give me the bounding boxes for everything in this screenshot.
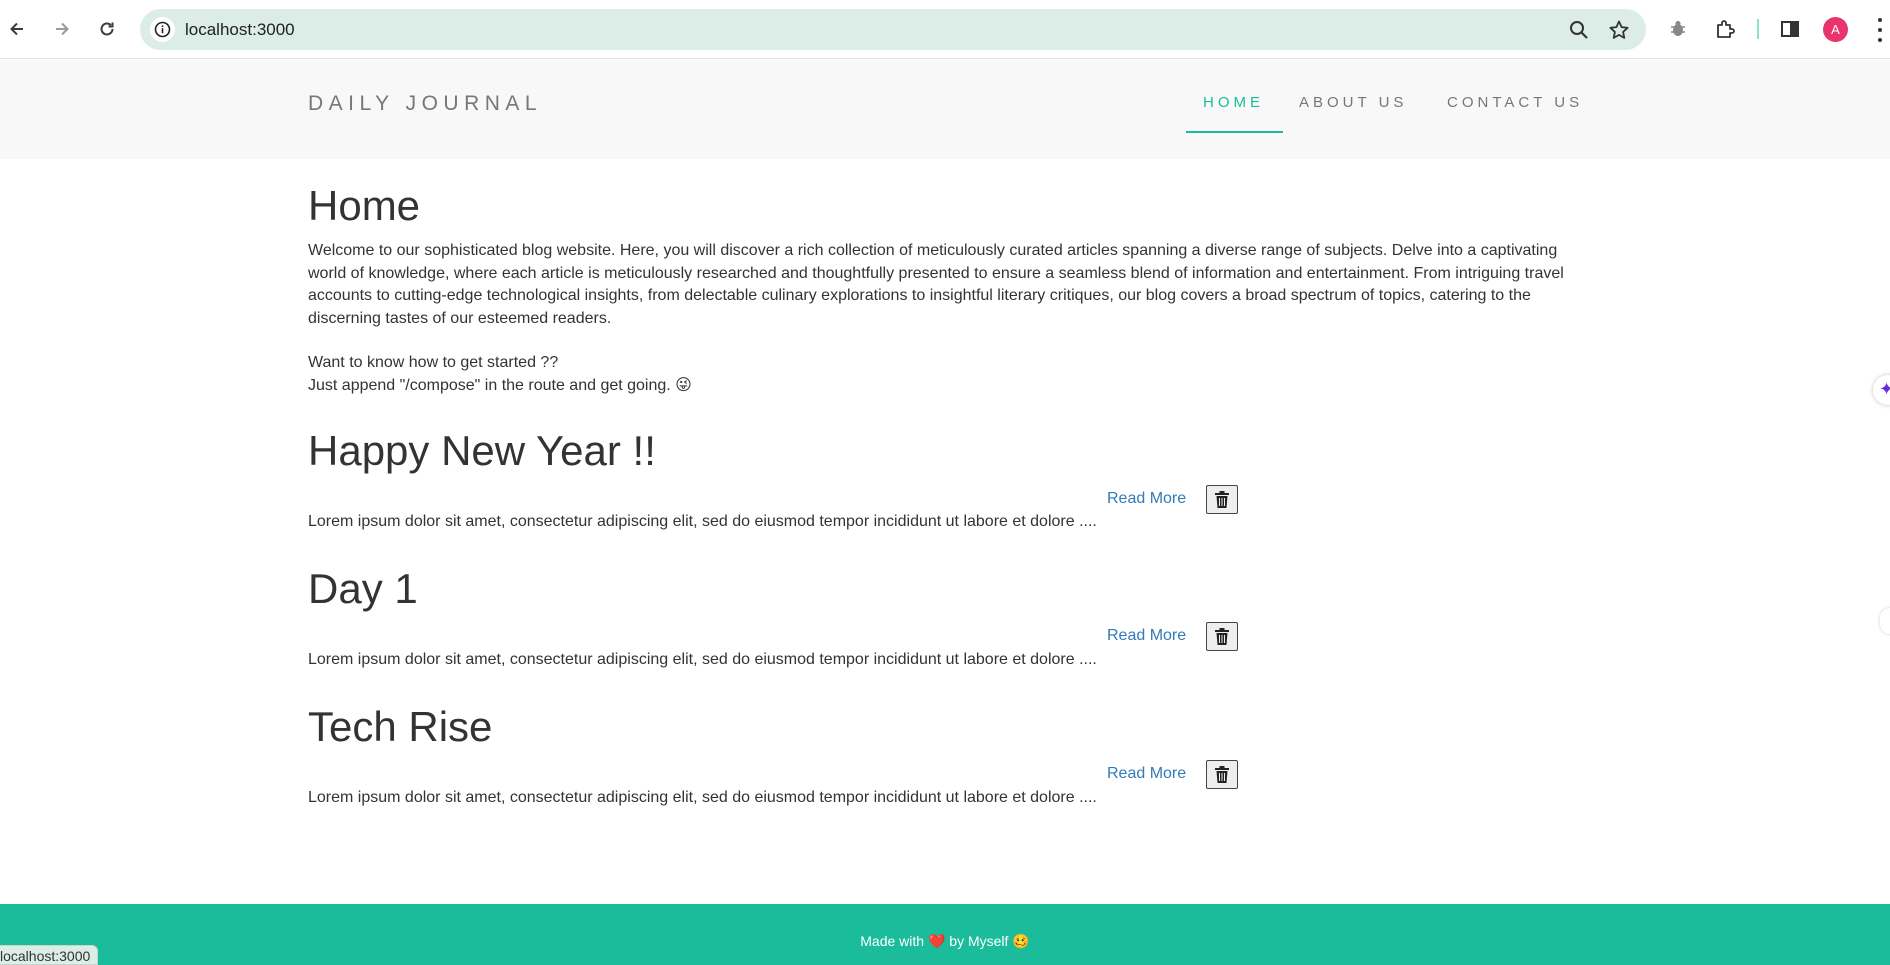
url-text[interactable]: localhost:3000 [185, 20, 295, 40]
post-title: Day 1 [308, 565, 418, 612]
toolbar-separator [1757, 19, 1759, 39]
nav-contact-us[interactable]: CONTACT US [1447, 94, 1583, 111]
side-panel-toggle[interactable] [1880, 608, 1890, 634]
back-arrow-icon [10, 22, 23, 36]
footer-by-myself: by Myself [949, 933, 1009, 949]
profile-avatar[interactable]: A [1823, 17, 1848, 42]
post-excerpt: Lorem ipsum dolor sit amet, consectetur … [308, 651, 1097, 668]
reload-button[interactable] [90, 12, 124, 46]
forward-arrow-icon [56, 22, 69, 36]
browser-menu-icon[interactable] [1876, 18, 1884, 42]
post-title: Happy New Year !! [308, 427, 656, 474]
page-title: Home [308, 182, 421, 229]
getting-started-question: Want to know how to get started ?? [308, 354, 559, 371]
zoom-icon[interactable] [1568, 19, 1590, 41]
post-excerpt: Lorem ipsum dolor sit amet, consectetur … [308, 513, 1097, 530]
address-bar[interactable]: localhost:3000 [140, 9, 1646, 50]
delete-post-button[interactable] [1206, 760, 1238, 789]
read-more-link[interactable]: Read More [1107, 765, 1186, 783]
footer-credit: Made with ❤️ by Myself 🥴 [0, 933, 1890, 950]
site-navbar: DAILY JOURNAL HOME ABOUT US CONTACT US [0, 60, 1890, 159]
reload-icon [100, 22, 114, 36]
nav-about-us[interactable]: ABOUT US [1299, 94, 1407, 111]
read-more-link[interactable]: Read More [1107, 627, 1186, 645]
forward-button[interactable] [45, 12, 79, 46]
woozy-face-icon: 🥴 [1012, 933, 1030, 949]
trash-icon [1215, 628, 1229, 645]
brand-logo-text[interactable]: DAILY JOURNAL [308, 92, 542, 116]
trash-icon [1215, 491, 1229, 508]
footer-made-with: Made with [860, 933, 925, 949]
sparkle-icon: ✦ [1879, 379, 1890, 399]
link-status-tooltip: localhost:3000 [0, 945, 99, 965]
back-button[interactable] [0, 12, 34, 46]
delete-post-button[interactable] [1206, 622, 1238, 651]
heart-icon: ❤️ [927, 933, 946, 949]
active-nav-indicator [1186, 131, 1283, 133]
post-title: Tech Rise [308, 703, 493, 750]
site-info-icon[interactable] [150, 17, 175, 42]
nav-home[interactable]: HOME [1203, 94, 1264, 111]
post-excerpt: Lorem ipsum dolor sit amet, consectetur … [308, 789, 1097, 806]
side-panel-icon[interactable] [1778, 17, 1802, 41]
assistant-sparkle-button[interactable]: ✦ [1873, 375, 1890, 405]
getting-started-text: Want to know how to get started ?? Just … [308, 351, 692, 397]
bug-extension-icon[interactable] [1666, 17, 1690, 41]
extensions-puzzle-icon[interactable] [1713, 17, 1737, 41]
delete-post-button[interactable] [1206, 485, 1238, 514]
bookmark-star-icon[interactable] [1608, 19, 1630, 41]
browser-toolbar: localhost:3000 A [0, 0, 1890, 59]
getting-started-instruction: Just append "/compose" in the route and … [308, 377, 692, 394]
site-footer: Made with ❤️ by Myself 🥴 [0, 904, 1890, 965]
intro-paragraph: Welcome to our sophisticated blog websit… [308, 242, 1564, 327]
read-more-link[interactable]: Read More [1107, 490, 1186, 508]
trash-icon [1215, 766, 1229, 783]
